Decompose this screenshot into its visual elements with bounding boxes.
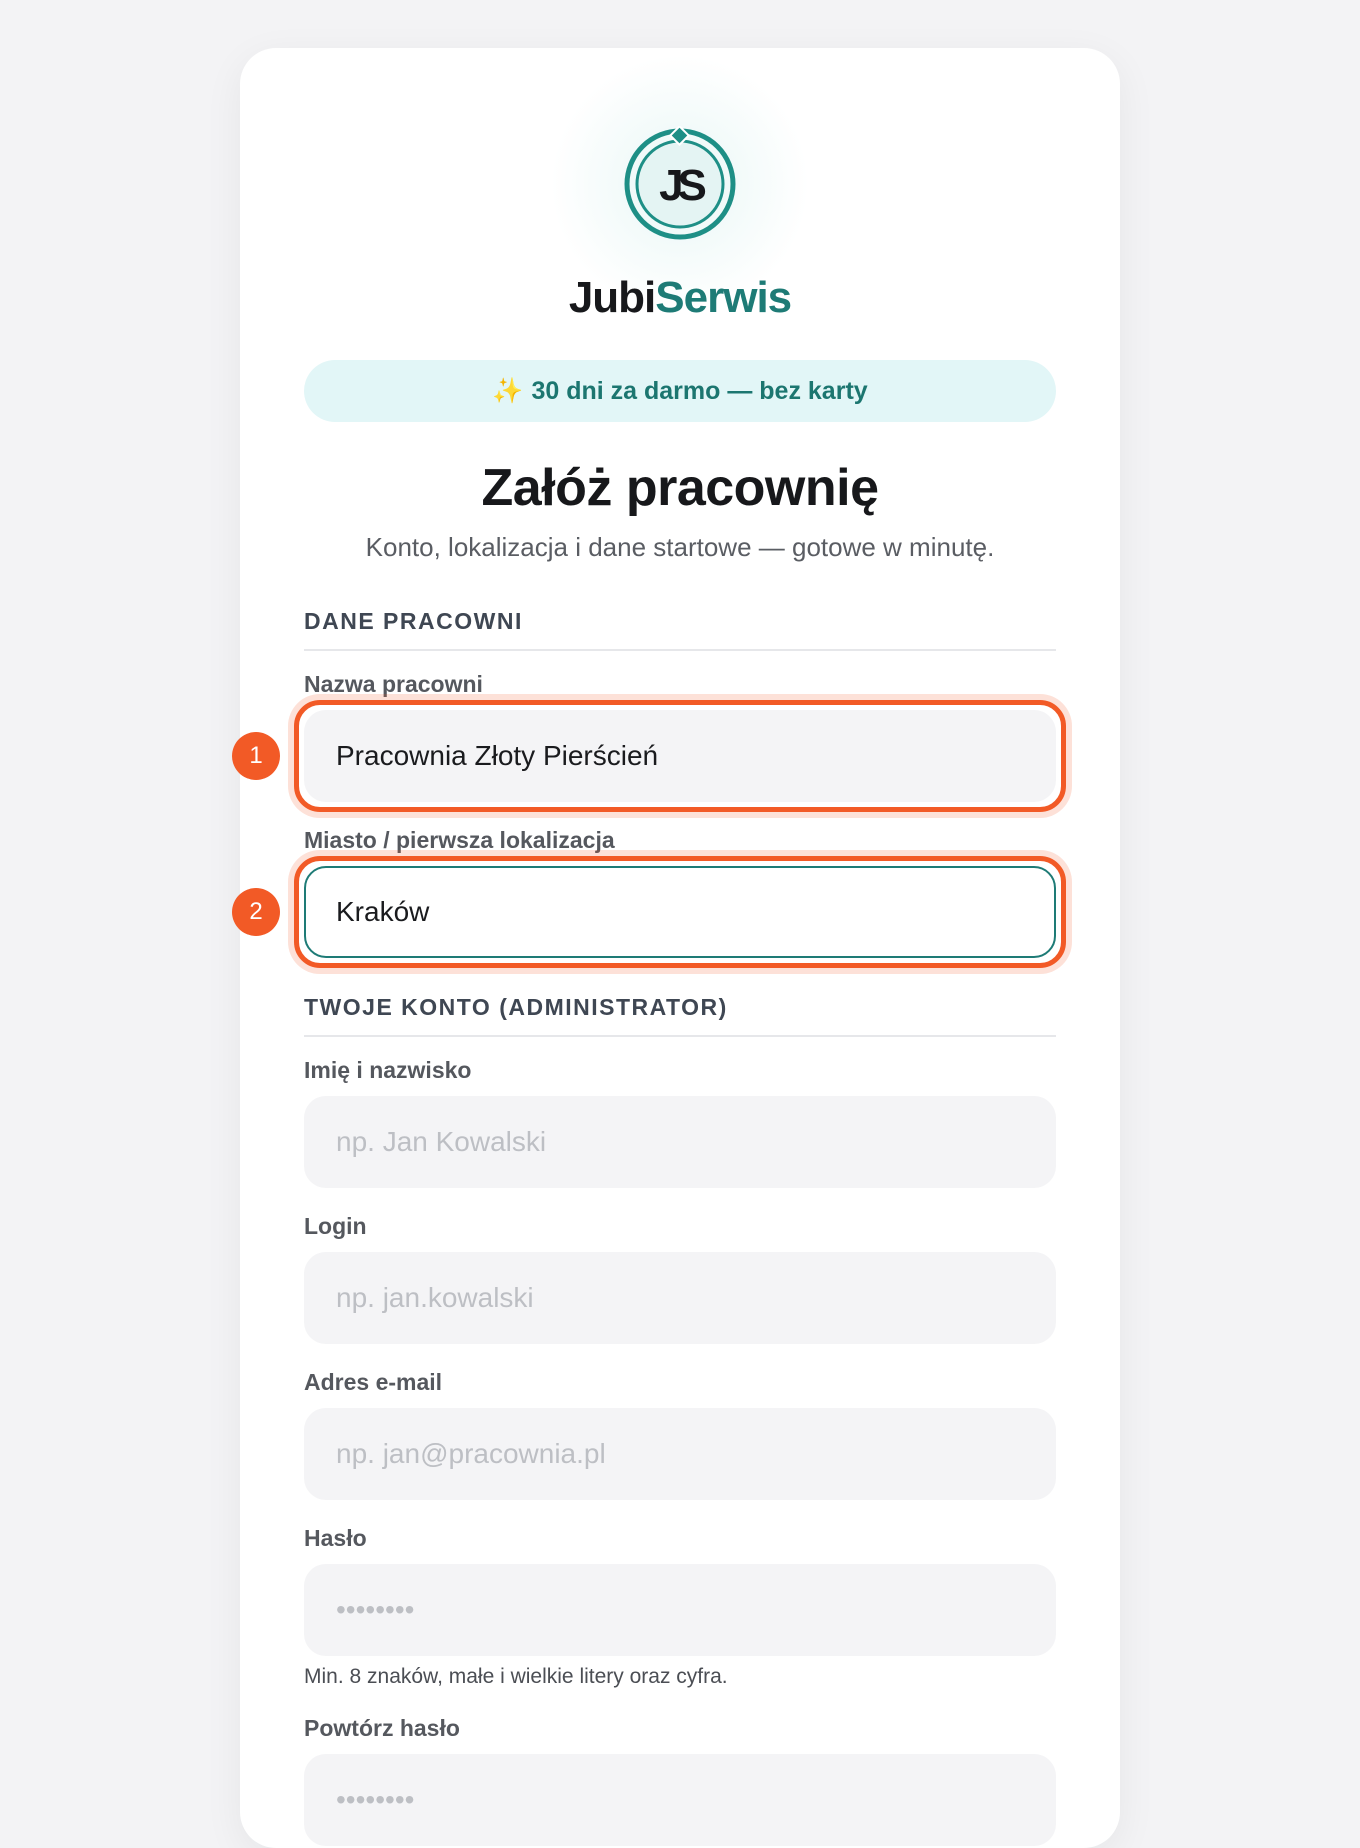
- password-hint: Min. 8 znaków, małe i wielkie litery ora…: [304, 1665, 728, 1688]
- workshop-name-input[interactable]: [304, 710, 1056, 802]
- brand-name: JubiSerwis: [0, 273, 1360, 323]
- page-title: Załóż pracownię: [481, 459, 879, 517]
- brand-name-part1: Jubi: [568, 273, 656, 322]
- sparkles-icon: ✨: [492, 376, 524, 405]
- logo-text: JS: [659, 161, 705, 210]
- email-input[interactable]: [304, 1408, 1056, 1500]
- city-label: Miasto / pierwsza lokalizacja: [304, 827, 615, 853]
- password-repeat-input[interactable]: [304, 1754, 1056, 1846]
- login-input[interactable]: [304, 1252, 1056, 1344]
- brand-name-part2: Serwis: [655, 273, 792, 322]
- full-name-label: Imię i nazwisko: [304, 1057, 472, 1083]
- password-input[interactable]: [304, 1564, 1056, 1656]
- marker-badge-1: 1: [232, 732, 280, 780]
- password-label: Hasło: [304, 1525, 367, 1551]
- password-repeat-label: Powtórz hasło: [304, 1715, 460, 1741]
- marker-badge-2: 2: [232, 888, 280, 936]
- login-label: Login: [304, 1213, 367, 1239]
- workshop-name-label: Nazwa pracowni: [304, 671, 483, 697]
- jubiserwis-logo-icon: JS: [624, 126, 736, 240]
- email-label: Adres e-mail: [304, 1369, 443, 1395]
- trial-promo-banner: ✨ 30 dni za darmo — bez karty: [304, 360, 1056, 422]
- section-heading-account: TWOJE KONTO (ADMINISTRATOR): [304, 994, 1056, 1037]
- full-name-input[interactable]: [304, 1096, 1056, 1188]
- city-input[interactable]: [304, 866, 1056, 958]
- promo-text: 30 dni za darmo — bez karty: [531, 376, 868, 405]
- page-subtitle: Konto, lokalizacja i dane startowe — got…: [365, 532, 995, 562]
- section-heading-workshop: DANE PRACOWNI: [304, 608, 1056, 651]
